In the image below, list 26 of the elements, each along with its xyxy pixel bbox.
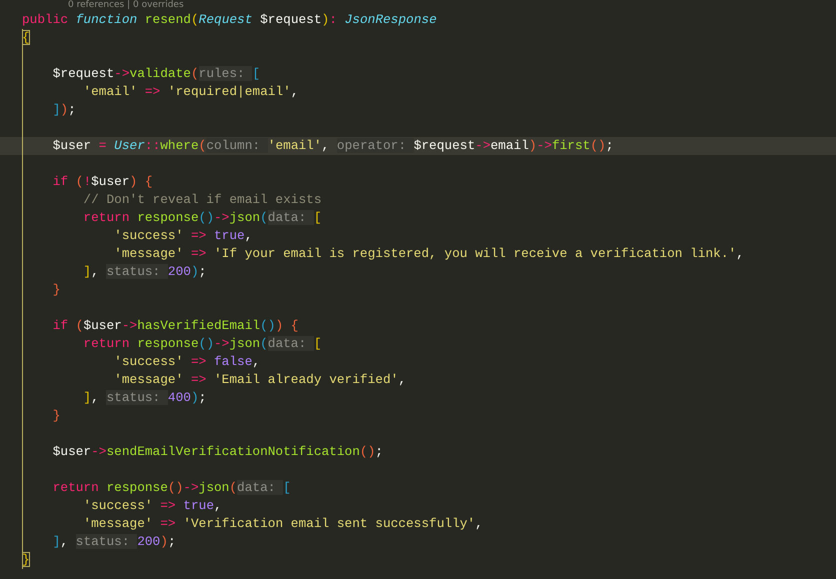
code-line: ], status: 200); [82,263,206,281]
code-line: } [52,281,60,299]
code-line: 'message' => 'Email already verified', [113,371,406,389]
code-line: } [22,551,30,569]
code-line: public function resend(Request $request): JsonResponse [22,11,437,29]
code-line: } [52,407,60,425]
code-line: 'email' => 'required|email', [82,83,298,101]
code-line: // Don't reveal if email exists [82,191,322,209]
code-line: ], status: 200); [52,533,176,551]
code-line: if ($user->hasVerifiedEmail()) { [52,317,298,335]
code-line: 'success' => false, [113,353,260,371]
code-lens[interactable]: 0 references | 0 overrides [0,0,184,11]
code-line: { [22,29,30,47]
code-line: return response()->json(data: [ [52,479,291,497]
code-line: $request->validate(rules: [ [52,65,260,83]
code-line: $user = User::where(column: 'email', operator: $request->email)->first(); [52,137,614,155]
code-line: 'message' => 'Verification email sent successfully', [82,515,483,533]
code-line: 'success' => true, [113,227,252,245]
code-line: return response()->json(data: [ [82,335,322,353]
code-line: 'message' => 'If your email is registered, you will receive a verification link.', [113,245,744,263]
code-line: ], status: 400); [82,389,206,407]
code-line: if (!$user) { [52,173,153,191]
code-line: 'success' => true, [82,497,222,515]
code-line: return response()->json(data: [ [82,209,322,227]
code-line: $user->sendEmailVerificationNotification(); [52,443,383,461]
code-line: ]); [52,101,76,119]
